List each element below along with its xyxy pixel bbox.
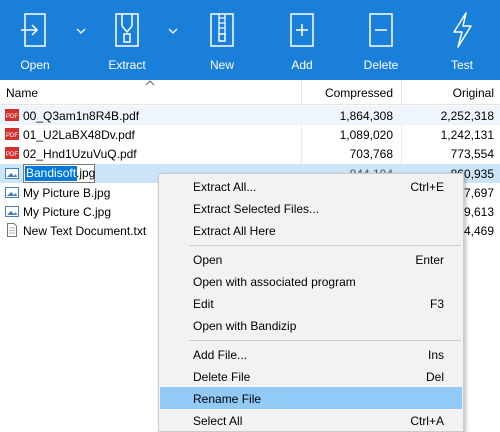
file-name: 01_U2LaBX48Dv.pdf [23, 128, 135, 142]
file-list-header: Name Compressed Original [0, 80, 500, 105]
pdf-icon: PDF [5, 128, 19, 140]
column-compressed[interactable]: Compressed [325, 86, 393, 100]
menu-item-extract-here[interactable]: Extract All Here [160, 219, 462, 241]
menu-item-open-associated[interactable]: Open with associated program [160, 270, 462, 292]
pdf-icon: PDF [5, 147, 19, 159]
file-row[interactable]: PDF 01_U2LaBX48Dv.pdf 1,089,020 1,242,13… [0, 125, 500, 144]
sort-ascending-icon [145, 80, 155, 86]
test-label: Test [450, 58, 473, 72]
menu-item-open-bandizip[interactable]: Open with Bandizip [160, 314, 462, 336]
new-archive-icon [210, 13, 234, 47]
open-dropdown-icon[interactable] [76, 26, 86, 36]
file-name: My Picture B.jpg [23, 186, 111, 200]
open-icon [21, 13, 46, 47]
add-label: Add [291, 58, 313, 72]
menu-item-shortcut: Enter [415, 253, 444, 267]
file-compressed: 1,864,308 [339, 109, 393, 123]
rename-selected-text: Bandisoft [25, 166, 78, 181]
context-menu: Extract All... Ctrl+E Extract Selected F… [158, 173, 464, 432]
image-icon [5, 206, 19, 217]
extract-button[interactable]: Extract [92, 0, 162, 80]
file-row[interactable]: PDF 02_Hnd1UzuVuQ.pdf 703,768 773,554 [0, 144, 500, 163]
menu-item-open[interactable]: Open Enter [160, 248, 462, 270]
open-label: Open [20, 58, 50, 72]
delete-label: Delete [363, 58, 399, 72]
menu-item-label: Open with associated program [193, 275, 356, 289]
menu-item-label: Select All [193, 414, 243, 428]
extract-dropdown-icon[interactable] [168, 26, 178, 36]
toolbar: Open Extract New Add Delete Test [0, 0, 500, 80]
svg-text:PDF: PDF [6, 114, 18, 120]
column-separator[interactable] [301, 80, 302, 104]
svg-text:PDF: PDF [6, 152, 18, 158]
file-name: 00_Q3am1n8R4B.pdf [23, 109, 140, 123]
menu-item-shortcut: Del [425, 370, 444, 384]
test-button[interactable]: Test [427, 0, 497, 80]
menu-item-extract-selected[interactable]: Extract Selected Files... [160, 197, 462, 219]
file-name: My Picture C.jpg [23, 205, 112, 219]
menu-separator [189, 340, 461, 341]
menu-item-rename-file[interactable]: Rename File [160, 387, 462, 409]
menu-item-label: Extract All... [193, 180, 257, 194]
menu-item-label: Extract Selected Files... [193, 202, 320, 216]
delete-icon [369, 13, 393, 47]
menu-item-edit[interactable]: Edit F3 [160, 292, 462, 314]
file-compressed: 1,089,020 [339, 128, 393, 142]
column-separator[interactable] [401, 80, 402, 104]
menu-separator [189, 245, 461, 246]
menu-item-delete-file[interactable]: Delete File Del [160, 365, 462, 387]
text-icon [7, 223, 17, 237]
svg-text:PDF: PDF [6, 133, 18, 139]
open-button[interactable]: Open [0, 0, 70, 80]
menu-item-label: Extract All Here [193, 224, 276, 238]
menu-item-shortcut: Ctrl+E [410, 180, 444, 194]
rename-input[interactable]: Bandisoft .jpg [23, 164, 95, 183]
rename-extension: .jpg [76, 166, 96, 180]
menu-item-add-file[interactable]: Add File... Ins [160, 343, 462, 365]
file-compressed: 703,768 [349, 147, 393, 161]
file-original: 1,242,131 [440, 128, 494, 142]
image-icon [5, 168, 19, 179]
file-original: 773,554 [450, 147, 494, 161]
add-button[interactable]: Add [267, 0, 337, 80]
menu-item-label: Delete File [193, 370, 251, 384]
new-button[interactable]: New [187, 0, 257, 80]
menu-item-shortcut: Ins [427, 348, 444, 362]
test-icon [453, 12, 472, 48]
column-name[interactable]: Name [6, 86, 38, 100]
extract-label: Extract [108, 58, 146, 72]
menu-item-extract-all[interactable]: Extract All... Ctrl+E [160, 175, 462, 197]
menu-item-label: Rename File [193, 392, 262, 406]
menu-item-shortcut: F3 [429, 297, 444, 311]
file-original: 2,252,318 [440, 109, 494, 123]
delete-button[interactable]: Delete [346, 0, 416, 80]
pdf-icon: PDF [5, 109, 19, 121]
menu-item-label: Open with Bandizip [193, 319, 297, 333]
column-original[interactable]: Original [453, 86, 494, 100]
menu-item-label: Add File... [193, 348, 248, 362]
menu-item-label: Edit [193, 297, 214, 311]
menu-item-shortcut: Ctrl+A [410, 414, 444, 428]
menu-item-label: Open [193, 253, 223, 267]
image-icon [5, 187, 19, 198]
menu-item-select-all[interactable]: Select All Ctrl+A [160, 409, 462, 431]
file-name: 02_Hnd1UzuVuQ.pdf [23, 147, 137, 161]
file-name: New Text Document.txt [23, 224, 147, 238]
extract-icon [115, 13, 139, 47]
new-label: New [209, 58, 234, 72]
file-row[interactable]: PDF 00_Q3am1n8R4B.pdf 1,864,308 2,252,31… [0, 106, 500, 125]
add-icon [290, 13, 314, 47]
